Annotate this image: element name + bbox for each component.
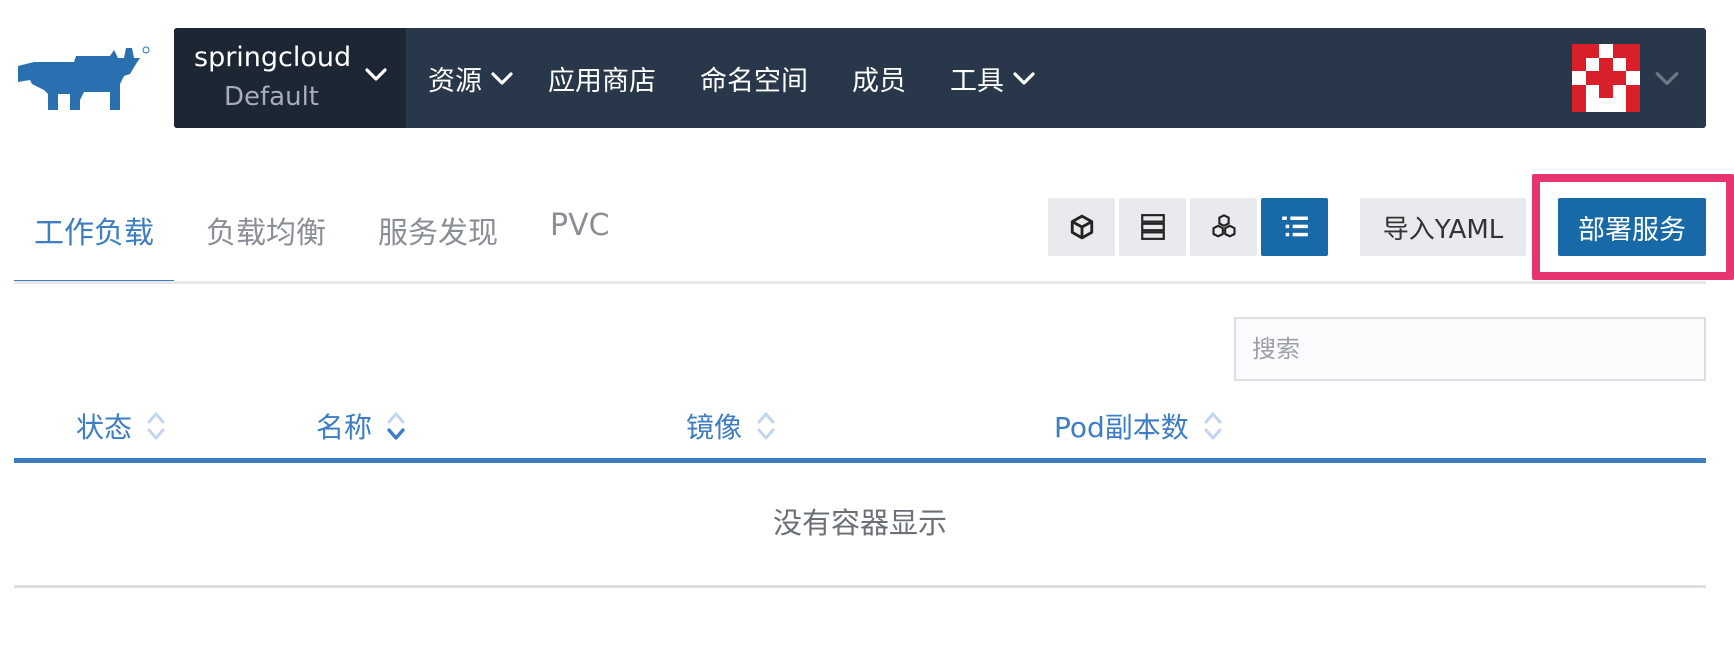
- view-by-workload-button[interactable]: [1048, 198, 1115, 256]
- nav-item-namespaces[interactable]: 命名空间: [700, 28, 808, 128]
- table-header: 状态 名称 镜像 Pod副本数: [14, 400, 1706, 462]
- column-label: 状态: [76, 411, 133, 444]
- nav-item-label: 应用商店: [548, 65, 656, 97]
- nav-item-label: 成员: [852, 65, 906, 97]
- import-yaml-button[interactable]: 导入YAML: [1360, 198, 1526, 256]
- user-avatar: [1572, 44, 1640, 112]
- nav-menu: 资源 应用商店 命名空间 成员 工具: [406, 28, 1036, 128]
- sort-icon: [146, 410, 166, 442]
- nav-item-label: 工具: [950, 65, 1004, 97]
- view-by-group-button[interactable]: [1190, 198, 1257, 256]
- nav-item-tools[interactable]: 工具: [950, 28, 1036, 128]
- cluster-project-switcher[interactable]: springcloud Default: [174, 28, 406, 128]
- empty-table-message: 没有容器显示: [772, 506, 947, 540]
- column-label: Pod副本数: [1054, 411, 1189, 444]
- tabs-divider: [14, 281, 1706, 284]
- cubes-group-icon: [1211, 214, 1236, 238]
- tab-workloads[interactable]: 工作负载: [14, 188, 174, 284]
- list-icon: [1281, 216, 1308, 237]
- column-header-pod-replicas[interactable]: Pod副本数: [1054, 406, 1223, 446]
- column-header-image[interactable]: 镜像: [686, 406, 776, 446]
- view-as-list-button[interactable]: [1261, 198, 1328, 256]
- top-navigation-bar: springcloud Default 资源 应用商店 命名空间 成员 工具: [174, 28, 1706, 128]
- section-tabs: 工作负载 负载均衡 服务发现 PVC: [14, 188, 630, 284]
- column-label: 名称: [316, 411, 373, 444]
- column-header-state[interactable]: 状态: [76, 406, 166, 446]
- rancher-bull-logo-icon: [18, 46, 150, 110]
- project-name: Default: [224, 82, 319, 112]
- view-mode-toggle-group: [1048, 198, 1328, 256]
- view-by-node-button[interactable]: [1119, 198, 1186, 256]
- server-stack-icon: [1140, 214, 1165, 240]
- chevron-down-icon: [1012, 66, 1036, 90]
- table-header-underline: [14, 458, 1706, 463]
- nav-item-app-catalog[interactable]: 应用商店: [548, 28, 656, 128]
- deploy-service-button[interactable]: 部署服务: [1558, 198, 1706, 256]
- cluster-name: springcloud: [194, 42, 352, 73]
- nav-item-resources[interactable]: 资源: [428, 28, 514, 128]
- nav-item-label: 资源: [428, 65, 482, 97]
- tab-load-balancing[interactable]: 负载均衡: [174, 188, 346, 284]
- chevron-down-icon: [1654, 65, 1680, 91]
- column-label: 镜像: [686, 411, 743, 444]
- sort-icon: [756, 410, 776, 442]
- table-bottom-divider: [14, 585, 1706, 588]
- cube-icon: [1070, 214, 1093, 240]
- tab-service-discovery[interactable]: 服务发现: [346, 188, 518, 284]
- nav-item-label: 命名空间: [700, 65, 808, 97]
- rancher-logo[interactable]: [14, 44, 154, 114]
- tab-pvc[interactable]: PVC: [518, 188, 630, 284]
- chevron-down-icon: [364, 62, 388, 90]
- sort-icon: [1203, 410, 1223, 442]
- user-menu[interactable]: [1572, 44, 1680, 112]
- sort-descending-icon: [386, 410, 406, 442]
- chevron-down-icon: [490, 66, 514, 90]
- search-input[interactable]: [1234, 317, 1706, 381]
- column-header-name[interactable]: 名称: [316, 406, 406, 446]
- nav-item-members[interactable]: 成员: [852, 28, 906, 128]
